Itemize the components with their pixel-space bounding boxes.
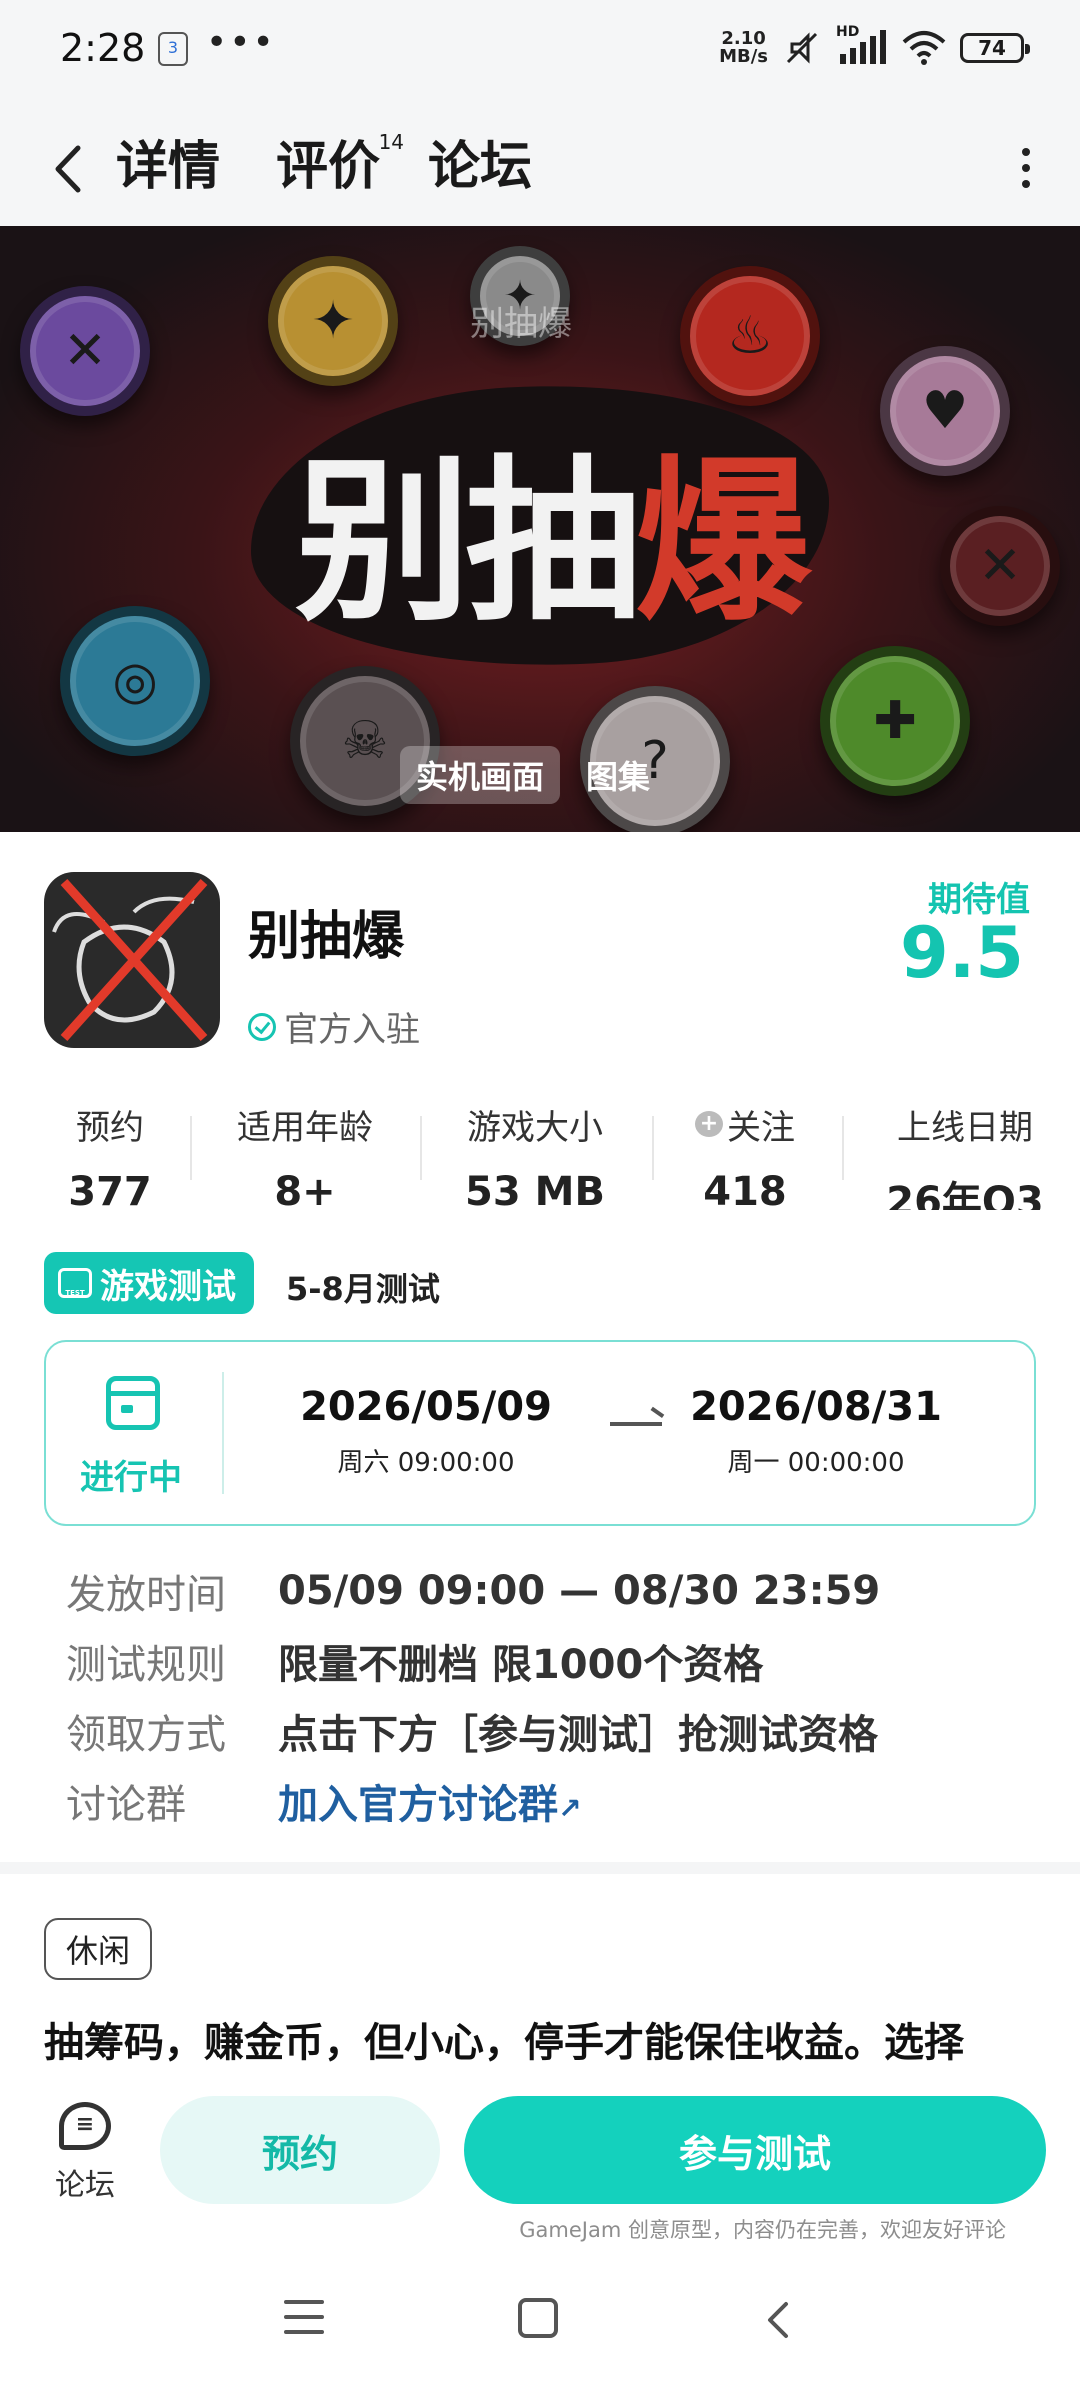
coin-green: ✚ (820, 646, 970, 796)
coin-blue: ◎ (60, 606, 210, 756)
info-row-rules: 测试规则 限量不删档 限1000个资格 (66, 1642, 764, 1688)
banner-tabs: 实机画面 图集 (400, 746, 666, 804)
mute-icon (786, 32, 818, 64)
tab-forum[interactable]: 论坛 (428, 124, 532, 199)
wifi-icon (902, 31, 946, 65)
stat-divider (190, 1116, 192, 1180)
tab-review[interactable]: 评价 14 (276, 124, 404, 199)
forum-icon (59, 2102, 111, 2150)
expect-score: 9.5 (899, 912, 1024, 994)
test-info: 发放时间 05/09 09:00 — 08/30 23:59 测试规则 限量不删… (66, 1556, 880, 1836)
banner-media[interactable]: ✕ ✦ ✦ ♨ ♥ ◎ ☠ ? ✚ ✕ 别抽爆 别抽爆 实机画面 图集 (0, 226, 1080, 832)
bottom-action-bar: 论坛 预约 参与测试 GameJam 创意原型，内容仍在完善，欢迎友好评论 (0, 2068, 1080, 2248)
menu-icon[interactable] (284, 2300, 324, 2345)
test-period: 5-8月测试 (286, 1270, 440, 1308)
banner-tab-gameplay[interactable]: 实机画面 (400, 746, 561, 804)
calendar-icon (106, 1376, 160, 1430)
game-intro: 抽筹码，赚金币，但小心，停手才能保住收益。选择 (44, 2020, 964, 2066)
system-back-icon[interactable] (762, 2300, 792, 2340)
verified-icon (248, 1012, 276, 1041)
join-group-link[interactable]: 加入官方讨论群↗ (278, 1772, 581, 1830)
follow-heart-icon (695, 1111, 723, 1137)
section-divider (0, 1862, 1080, 1874)
stats-row: 预约 377 适用年龄 8+ 游戏大小 53 MB 关注 418 上线日期 26… (0, 1100, 1080, 1210)
official-badge: 官方入驻 (248, 1002, 420, 1051)
coin-pink: ♥ (880, 346, 1010, 476)
top-nav: 详情 评价 14 论坛 (0, 110, 1080, 226)
genre-tag[interactable]: 休闲 (44, 1918, 153, 1980)
home-icon[interactable] (518, 2298, 558, 2338)
banner-tab-gallery[interactable]: 图集 (570, 746, 666, 804)
stat-follow[interactable]: 关注 418 (680, 1100, 810, 1210)
coin-dark-red: ✕ (940, 506, 1060, 626)
review-count: 14 (378, 130, 405, 154)
status-indicators: 2.10 MB/s HD 74 (719, 24, 1030, 68)
game-icon (44, 872, 220, 1048)
test-icon (58, 1268, 92, 1298)
forum-button[interactable]: 论坛 (40, 2102, 130, 2204)
stat-divider (420, 1116, 422, 1180)
tab-detail[interactable]: 详情 (114, 124, 223, 199)
test-start: 2026/05/09 周六 09:00:00 (300, 1384, 552, 1478)
test-schedule-card: 进行中 2026/05/09 周六 09:00:00 2026/08/31 周一… (44, 1340, 1036, 1526)
test-end: 2026/08/31 周一 00:00:00 (690, 1384, 942, 1478)
system-nav-bar (0, 2248, 1080, 2400)
stat-size: 游戏大小 53 MB (465, 1108, 605, 1210)
status-time: 2:28 (60, 26, 146, 70)
status-bar: 2:28 3 ••• 2.10 MB/s HD 74 (0, 0, 1080, 110)
card-divider (222, 1372, 224, 1494)
join-test-button[interactable]: 参与测试 (464, 2096, 1046, 2204)
stat-divider (652, 1116, 654, 1180)
coin-red: ♨ (680, 266, 820, 406)
stat-age: 适用年龄 8+ (237, 1108, 373, 1210)
back-icon[interactable] (40, 134, 100, 204)
status-overflow: ••• (206, 22, 276, 63)
notification-icon: 3 (158, 32, 188, 66)
info-row-release-time: 发放时间 05/09 09:00 — 08/30 23:59 (66, 1568, 881, 1618)
more-icon[interactable] (1016, 140, 1036, 196)
coin-purple: ✕ (20, 286, 150, 416)
banner-title: 别抽爆 (294, 437, 811, 645)
battery-icon: 74 (960, 33, 1030, 63)
info-row-group: 讨论群 加入官方讨论群↗ (66, 1766, 880, 1836)
info-row-method: 领取方式 点击下方［参与测试］抢测试资格 (66, 1712, 878, 1758)
test-status: 进行中 (80, 1458, 182, 1498)
external-link-icon: ↗ (558, 1792, 582, 1825)
game-title: 别抽爆 (248, 907, 405, 967)
test-badge: 游戏测试 (44, 1252, 254, 1314)
stat-divider (842, 1116, 844, 1180)
footnote: GameJam 创意原型，内容仍在完善，欢迎友好评论 (519, 2218, 1006, 2242)
reserve-button[interactable]: 预约 (160, 2096, 440, 2204)
signal-icon: HD (836, 24, 888, 68)
stat-reservations: 预约 377 (68, 1108, 152, 1210)
stat-release: 上线日期 26年Q3 (886, 1108, 1044, 1210)
arrow-right-icon (610, 1422, 662, 1426)
banner-small-logo: 别抽爆 (470, 304, 572, 344)
coin-gold: ✦ (268, 256, 398, 386)
net-speed: 2.10 MB/s (719, 28, 768, 67)
